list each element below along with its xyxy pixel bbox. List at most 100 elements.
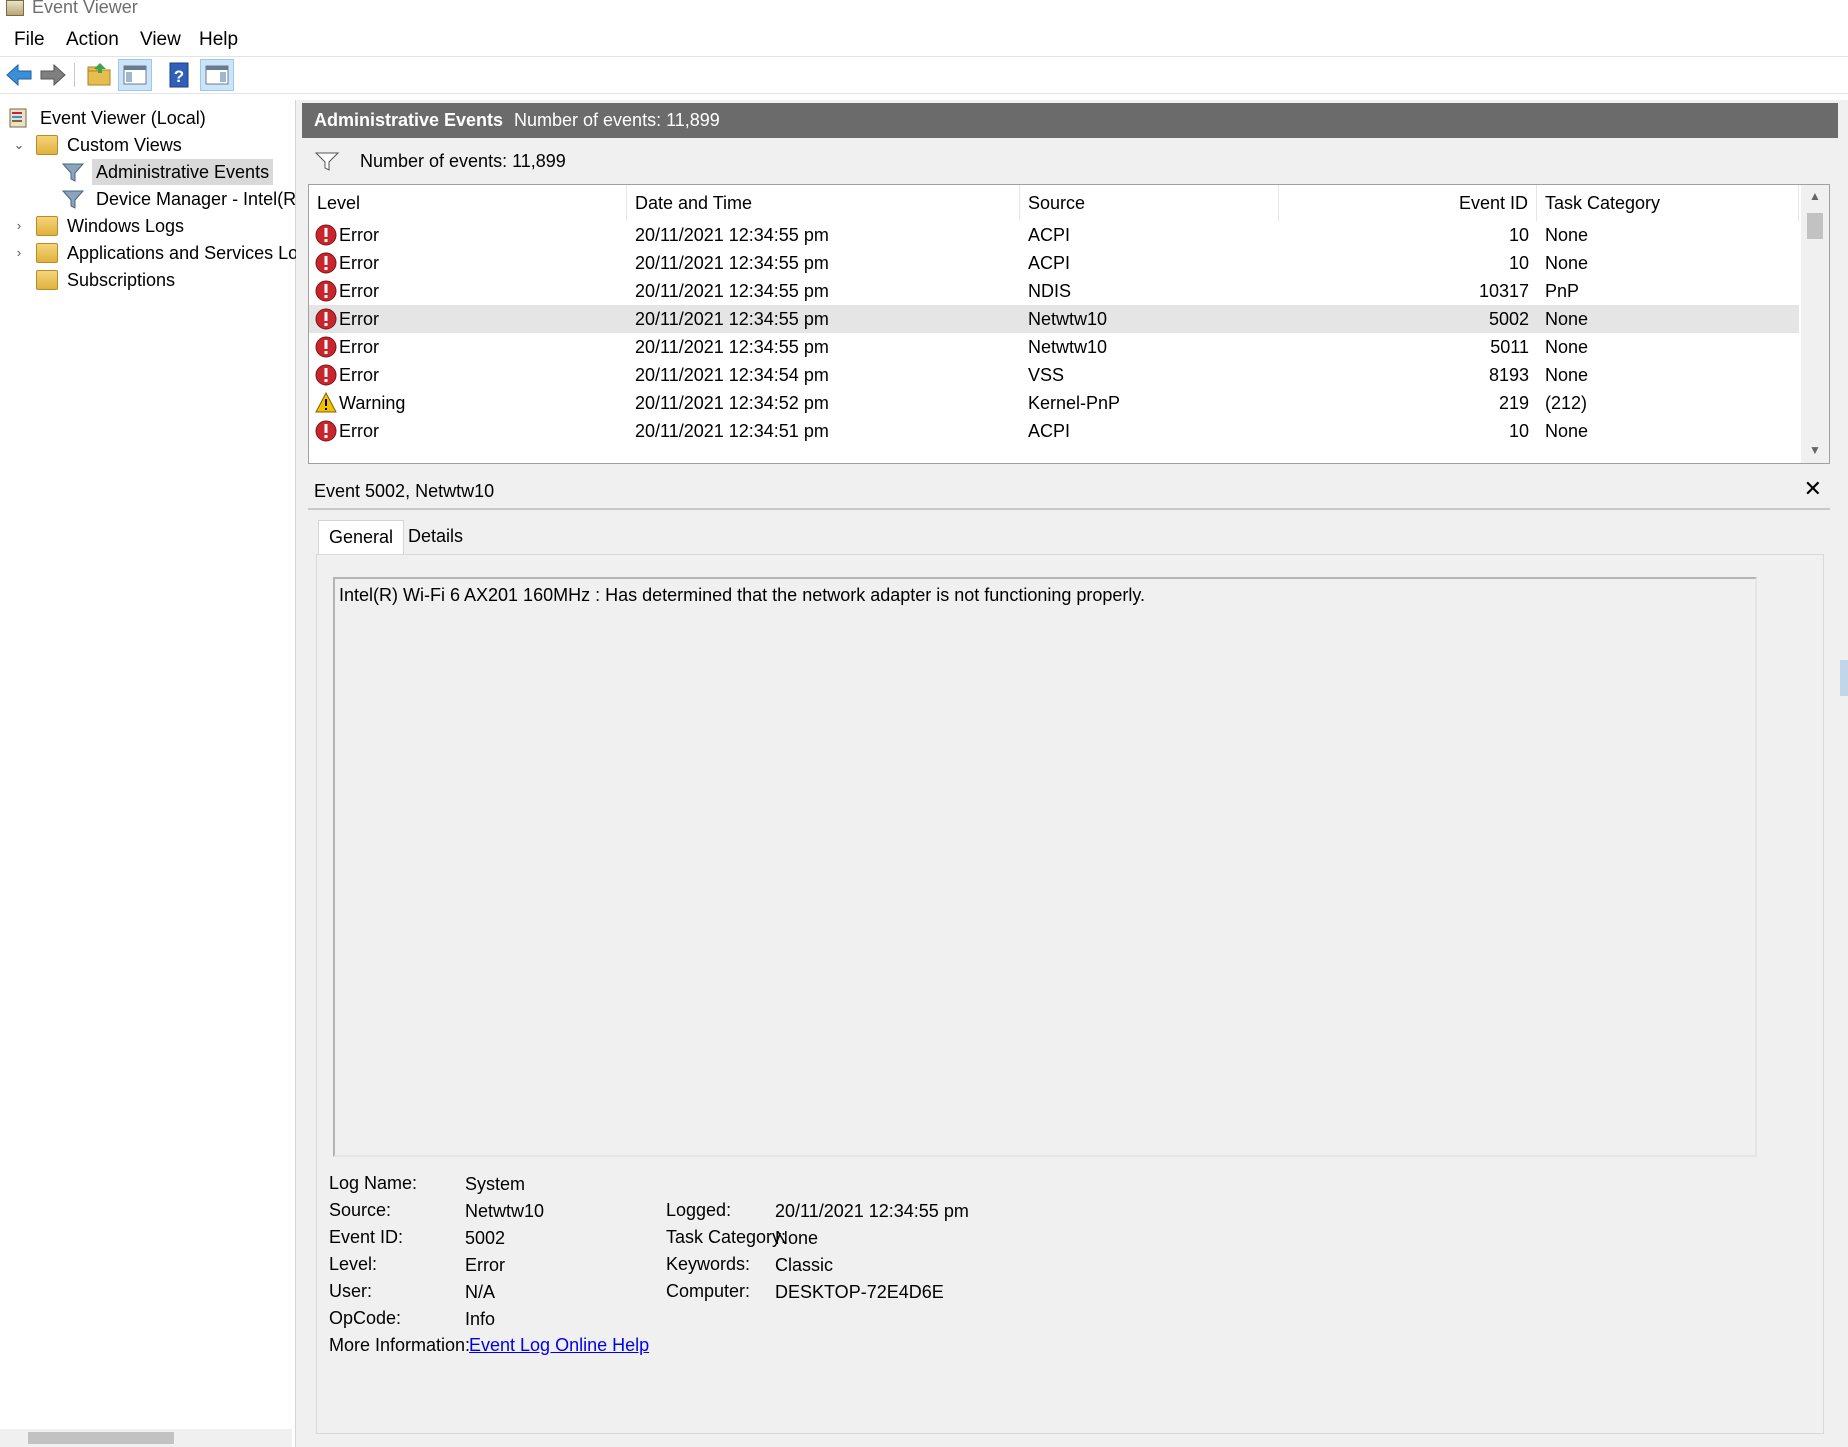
tree-item-windows-logs[interactable]: › Windows Logs xyxy=(12,213,292,239)
column-header-task-category[interactable]: Task Category xyxy=(1537,185,1799,221)
tree-item-event-viewer-local[interactable]: Event Viewer (Local) xyxy=(8,105,288,131)
tree-label: Windows Logs xyxy=(67,216,185,236)
cell-datetime: 20/11/2021 12:34:51 pm xyxy=(635,421,829,441)
label-logged: Logged: xyxy=(666,1200,732,1220)
cell-level: Error xyxy=(339,225,379,245)
scroll-up-icon[interactable]: ▲ xyxy=(1809,189,1821,203)
warning-icon xyxy=(315,392,337,413)
tree-item-device-manager[interactable]: Device Manager - Intel(R) xyxy=(62,186,302,212)
cell-datetime: 20/11/2021 12:34:55 pm xyxy=(635,281,829,301)
back-button[interactable] xyxy=(2,59,36,91)
error-icon xyxy=(315,336,337,358)
filter-funnel-icon xyxy=(62,190,84,209)
label-user: User: xyxy=(329,1281,373,1301)
cell-event-id: 219 xyxy=(1498,393,1529,413)
cell-task: None xyxy=(1545,365,1589,385)
table-row[interactable]: Error 20/11/2021 12:34:55 pm NDIS 10317 PnP xyxy=(309,277,1799,305)
cell-source: Netwtw10 xyxy=(1028,337,1108,357)
chevron-right-icon[interactable]: › xyxy=(12,240,26,266)
menu-action[interactable]: Action xyxy=(66,29,119,51)
label-source: Source: xyxy=(329,1200,392,1220)
window-right-edge-scrollbar[interactable] xyxy=(1838,100,1848,1447)
menu-help[interactable]: Help xyxy=(199,29,238,51)
open-saved-log-button[interactable] xyxy=(82,59,116,91)
events-list: Level Date and Time Source Event ID Task… xyxy=(308,184,1830,464)
column-header-level[interactable]: Level xyxy=(309,185,627,221)
tree-label: Event Viewer (Local) xyxy=(40,108,206,128)
value-level: Error xyxy=(465,1255,505,1275)
forward-button[interactable] xyxy=(36,59,70,91)
column-header-source[interactable]: Source xyxy=(1020,185,1279,221)
chevron-right-icon[interactable]: › xyxy=(12,213,26,239)
view-header: Administrative Events Number of events: … xyxy=(302,103,1838,138)
close-icon[interactable]: ✕ xyxy=(1804,476,1822,502)
events-list-scrollbar[interactable]: ▲ ▼ xyxy=(1801,185,1829,463)
forward-arrow-icon xyxy=(40,63,66,87)
menu-view[interactable]: View xyxy=(140,29,181,51)
error-icon xyxy=(315,364,337,386)
event-message: Intel(R) Wi-Fi 6 AX201 160MHz : Has dete… xyxy=(339,585,1146,605)
tree-item-custom-views[interactable]: ⌄ Custom Views xyxy=(12,132,292,158)
view-event-count: Number of events: 11,899 xyxy=(514,110,720,130)
tree-label: Administrative Events xyxy=(92,159,274,185)
table-row[interactable]: Warning 20/11/2021 12:34:52 pm Kernel-PnP 2… xyxy=(309,389,1799,417)
label-level: Level: xyxy=(329,1254,378,1274)
value-computer: DESKTOP-72E4D6E xyxy=(775,1282,944,1302)
cell-task: (212) xyxy=(1545,393,1588,413)
show-hide-console-tree-icon xyxy=(123,65,147,85)
table-row[interactable]: Error 20/11/2021 12:34:55 pm Netwtw10 5002 N… xyxy=(309,305,1799,333)
console-tree: Event Viewer (Local) ⌄ Custom Views Admi… xyxy=(0,100,308,1447)
cell-task: None xyxy=(1545,421,1589,441)
toolbar: ? xyxy=(0,57,1848,93)
tree-item-subscriptions[interactable]: Subscriptions xyxy=(12,267,292,293)
cell-task: None xyxy=(1545,337,1589,357)
open-folder-icon xyxy=(87,63,111,86)
error-icon xyxy=(315,420,337,442)
value-log-name: System xyxy=(465,1174,526,1194)
cell-source: Netwtw10 xyxy=(1028,309,1108,329)
cell-level: Error xyxy=(339,421,379,441)
scrollbar-thumb[interactable] xyxy=(28,1432,174,1444)
tab-details[interactable]: Details xyxy=(398,520,473,554)
menu-file[interactable]: File xyxy=(14,29,45,51)
show-hide-action-pane-button[interactable] xyxy=(200,59,234,91)
show-hide-console-tree-button[interactable] xyxy=(118,59,152,91)
cell-datetime: 20/11/2021 12:34:55 pm xyxy=(635,225,829,245)
table-row[interactable]: Error 20/11/2021 12:34:55 pm Netwtw10 5011 N… xyxy=(309,333,1799,361)
help-button[interactable]: ? xyxy=(162,59,196,91)
table-row[interactable]: Error 20/11/2021 12:34:51 pm ACPI 10 None xyxy=(309,417,1799,445)
cell-level: Error xyxy=(339,365,379,385)
cell-datetime: 20/11/2021 12:34:52 pm xyxy=(635,393,829,413)
cell-level: Error xyxy=(339,337,379,357)
scrollbar-thumb[interactable] xyxy=(1807,213,1823,239)
cell-event-id: 5011 xyxy=(1490,337,1529,357)
event-viewer-app-icon xyxy=(6,0,24,16)
cell-task: None xyxy=(1545,225,1589,245)
value-logged: 20/11/2021 12:34:55 pm xyxy=(775,1201,969,1221)
column-header-date-time[interactable]: Date and Time xyxy=(627,185,1020,221)
filter-event-count: Number of events: 11,899 xyxy=(360,151,566,171)
tree-item-administrative-events[interactable]: Administrative Events xyxy=(62,159,292,185)
table-row[interactable]: Error 20/11/2021 12:34:54 pm VSS 8193 None xyxy=(309,361,1799,389)
value-opcode: Info xyxy=(465,1309,496,1329)
chevron-down-icon[interactable]: ⌄ xyxy=(12,132,26,158)
table-row[interactable]: Error 20/11/2021 12:34:55 pm ACPI 10 None xyxy=(309,249,1799,277)
cell-source: ACPI xyxy=(1028,253,1071,273)
scroll-down-icon[interactable]: ▼ xyxy=(1809,443,1821,457)
detail-separator xyxy=(308,508,1830,510)
event-viewer-icon xyxy=(9,108,27,128)
show-hide-action-pane-icon xyxy=(205,65,229,85)
tab-general[interactable]: General xyxy=(318,520,405,554)
tree-horizontal-scrollbar[interactable] xyxy=(0,1429,292,1447)
table-row[interactable]: Error 20/11/2021 12:34:55 pm ACPI 10 None xyxy=(309,221,1799,249)
cell-task: PnP xyxy=(1545,281,1580,301)
event-log-online-help-link[interactable]: Event Log Online Help xyxy=(469,1335,649,1356)
cell-datetime: 20/11/2021 12:34:55 pm xyxy=(635,337,829,357)
tree-item-applications-and-services[interactable]: › Applications and Services Log xyxy=(12,240,308,266)
label-opcode: OpCode: xyxy=(329,1308,402,1328)
toolbar-separator xyxy=(74,63,75,87)
label-event-id: Event ID: xyxy=(329,1227,404,1247)
tree-label: Subscriptions xyxy=(67,270,176,290)
column-header-event-id[interactable]: Event ID xyxy=(1279,185,1537,221)
event-message-box[interactable]: Intel(R) Wi-Fi 6 AX201 160MHz : Has dete… xyxy=(333,577,1757,1157)
